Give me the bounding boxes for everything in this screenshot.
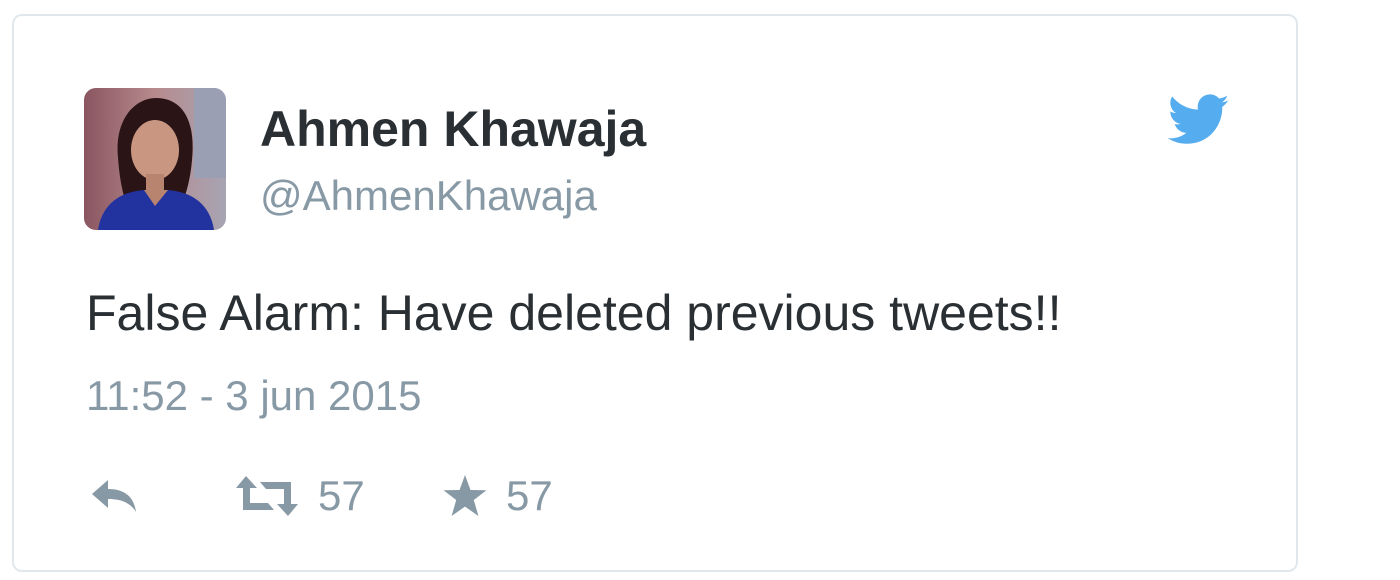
tweet-timestamp[interactable]: 11:52 - 3 jun 2015 [86, 372, 422, 420]
avatar-image [84, 88, 226, 230]
twitter-bird-icon[interactable] [1167, 94, 1230, 146]
author-display-name[interactable]: Ahmen Khawaja [260, 100, 646, 158]
favorite-button[interactable]: 57 [442, 468, 553, 524]
star-icon [442, 474, 488, 518]
reply-icon [88, 476, 140, 516]
author-handle[interactable]: @AhmenKhawaja [260, 172, 597, 220]
retweet-count: 57 [318, 472, 365, 519]
retweet-button[interactable]: 57 [234, 468, 365, 524]
tweet-text: False Alarm: Have deleted previous tweet… [86, 285, 1062, 341]
retweet-icon [234, 474, 300, 518]
favorite-count: 57 [506, 472, 553, 519]
tweet-card: Ahmen Khawaja @AhmenKhawaja False Alarm:… [12, 14, 1298, 572]
avatar[interactable] [84, 88, 226, 230]
tweet-actions: 57 57 [86, 468, 686, 524]
reply-button[interactable] [88, 468, 140, 524]
